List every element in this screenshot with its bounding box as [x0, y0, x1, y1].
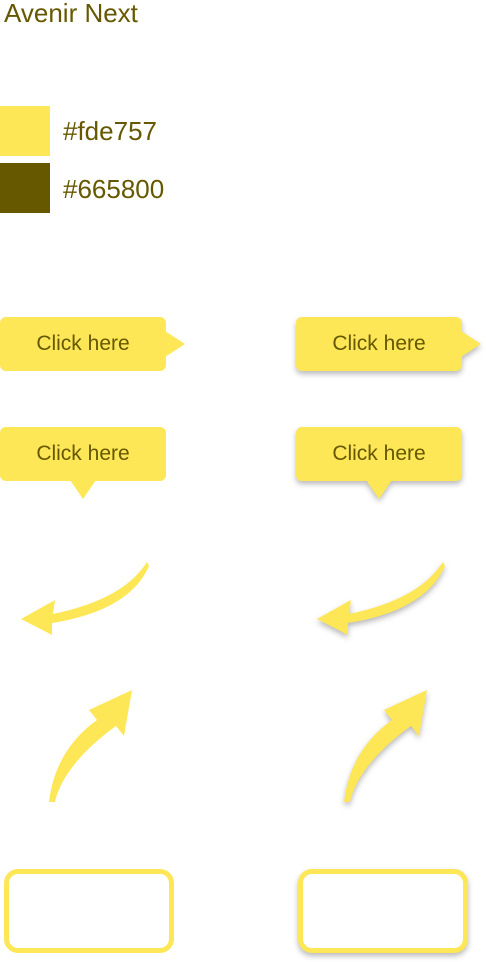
tooltip-pointer-right	[165, 331, 185, 357]
tooltip-pointer-down	[366, 480, 392, 499]
tooltip-pointer-right	[461, 331, 481, 357]
tooltip-label: Click here	[332, 332, 426, 355]
font-name-title: Avenir Next	[4, 0, 138, 28]
curved-arrow-up-right-icon	[344, 690, 427, 802]
curved-arrow-up-right-icon	[49, 690, 132, 802]
tooltip-label: Click here	[332, 442, 426, 465]
swatch-primary-label: #fde757	[63, 116, 157, 146]
tooltip-down-shadow[interactable]: Click here	[296, 427, 462, 499]
tooltip-label: Click here	[36, 442, 130, 465]
swatch-dark	[0, 163, 50, 213]
tooltip-right[interactable]: Click here	[0, 317, 185, 371]
highlight-frame-shadow	[298, 869, 468, 953]
curved-arrow-down-left-icon	[21, 562, 149, 635]
tooltip-label: Click here	[36, 332, 130, 355]
tooltip-right-shadow[interactable]: Click here	[296, 317, 481, 371]
swatch-dark-label: #665800	[63, 174, 165, 204]
tooltip-pointer-down	[70, 480, 96, 499]
highlight-frame	[4, 869, 174, 953]
curved-arrow-down-left-icon	[317, 562, 445, 635]
swatch-primary	[0, 106, 50, 156]
tooltip-down[interactable]: Click here	[0, 427, 166, 499]
